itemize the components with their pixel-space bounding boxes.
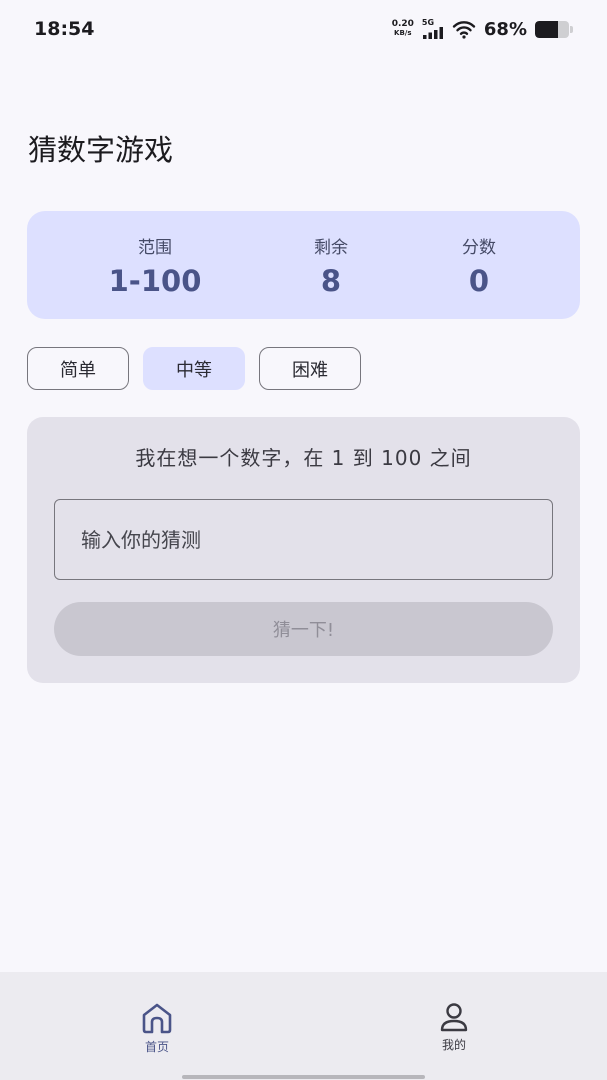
net-speed: 0.20 KB/s: [392, 20, 414, 38]
game-prompt: 我在想一个数字，在 1 到 100 之间: [135, 446, 472, 470]
game-card: 我在想一个数字，在 1 到 100 之间 猜一下!: [27, 417, 580, 683]
stat-range: 范围 1-100: [85, 237, 225, 301]
net-speed-value: 0.20: [391, 19, 414, 29]
guess-button[interactable]: 猜一下!: [54, 602, 553, 656]
stats-card: 范围 1-100 剩余 8 分数 0: [27, 211, 580, 319]
signal-icon: [422, 27, 443, 39]
difficulty-easy-button[interactable]: 简单: [27, 347, 129, 390]
nav-label-home: 首页: [144, 1040, 169, 1054]
stat-remaining-label: 剩余: [314, 238, 348, 258]
battery-tip: [570, 25, 573, 33]
stat-score-label: 分数: [462, 238, 496, 258]
battery-icon: [535, 20, 569, 38]
wifi-icon: [452, 20, 476, 39]
stat-range-value: 1-100: [108, 264, 202, 298]
status-indicators: 0.20 KB/s 5G 68%: [392, 19, 573, 40]
home-indicator[interactable]: [182, 1075, 425, 1079]
network-type: 5G: [421, 18, 435, 27]
nav-label-mine: 我的: [441, 1038, 466, 1052]
difficulty-hard-button[interactable]: 困难: [259, 347, 361, 390]
page-title: 猜数字游戏: [28, 133, 174, 167]
home-icon: [142, 1003, 172, 1034]
person-icon: [440, 1003, 468, 1032]
bottom-nav: 首页 我的: [0, 972, 607, 1080]
net-speed-unit: KB/s: [394, 29, 412, 37]
status-time: 18:54: [34, 18, 95, 40]
nav-item-mine[interactable]: 我的: [414, 1002, 494, 1053]
signal-indicator: 5G: [422, 19, 444, 39]
battery-percent: 68%: [483, 18, 527, 40]
stat-score-value: 0: [468, 264, 490, 298]
guess-input[interactable]: [54, 499, 553, 580]
stat-remaining: 剩余 8: [261, 237, 401, 301]
status-bar: 18:54 0.20 KB/s 5G 68%: [0, 0, 607, 58]
stat-range-label: 范围: [138, 238, 172, 258]
stat-remaining-value: 8: [320, 264, 342, 298]
difficulty-medium-button[interactable]: 中等: [143, 347, 245, 390]
battery-fill: [535, 20, 559, 38]
stat-score: 分数 0: [409, 237, 549, 301]
nav-item-home[interactable]: 首页: [117, 1002, 197, 1055]
